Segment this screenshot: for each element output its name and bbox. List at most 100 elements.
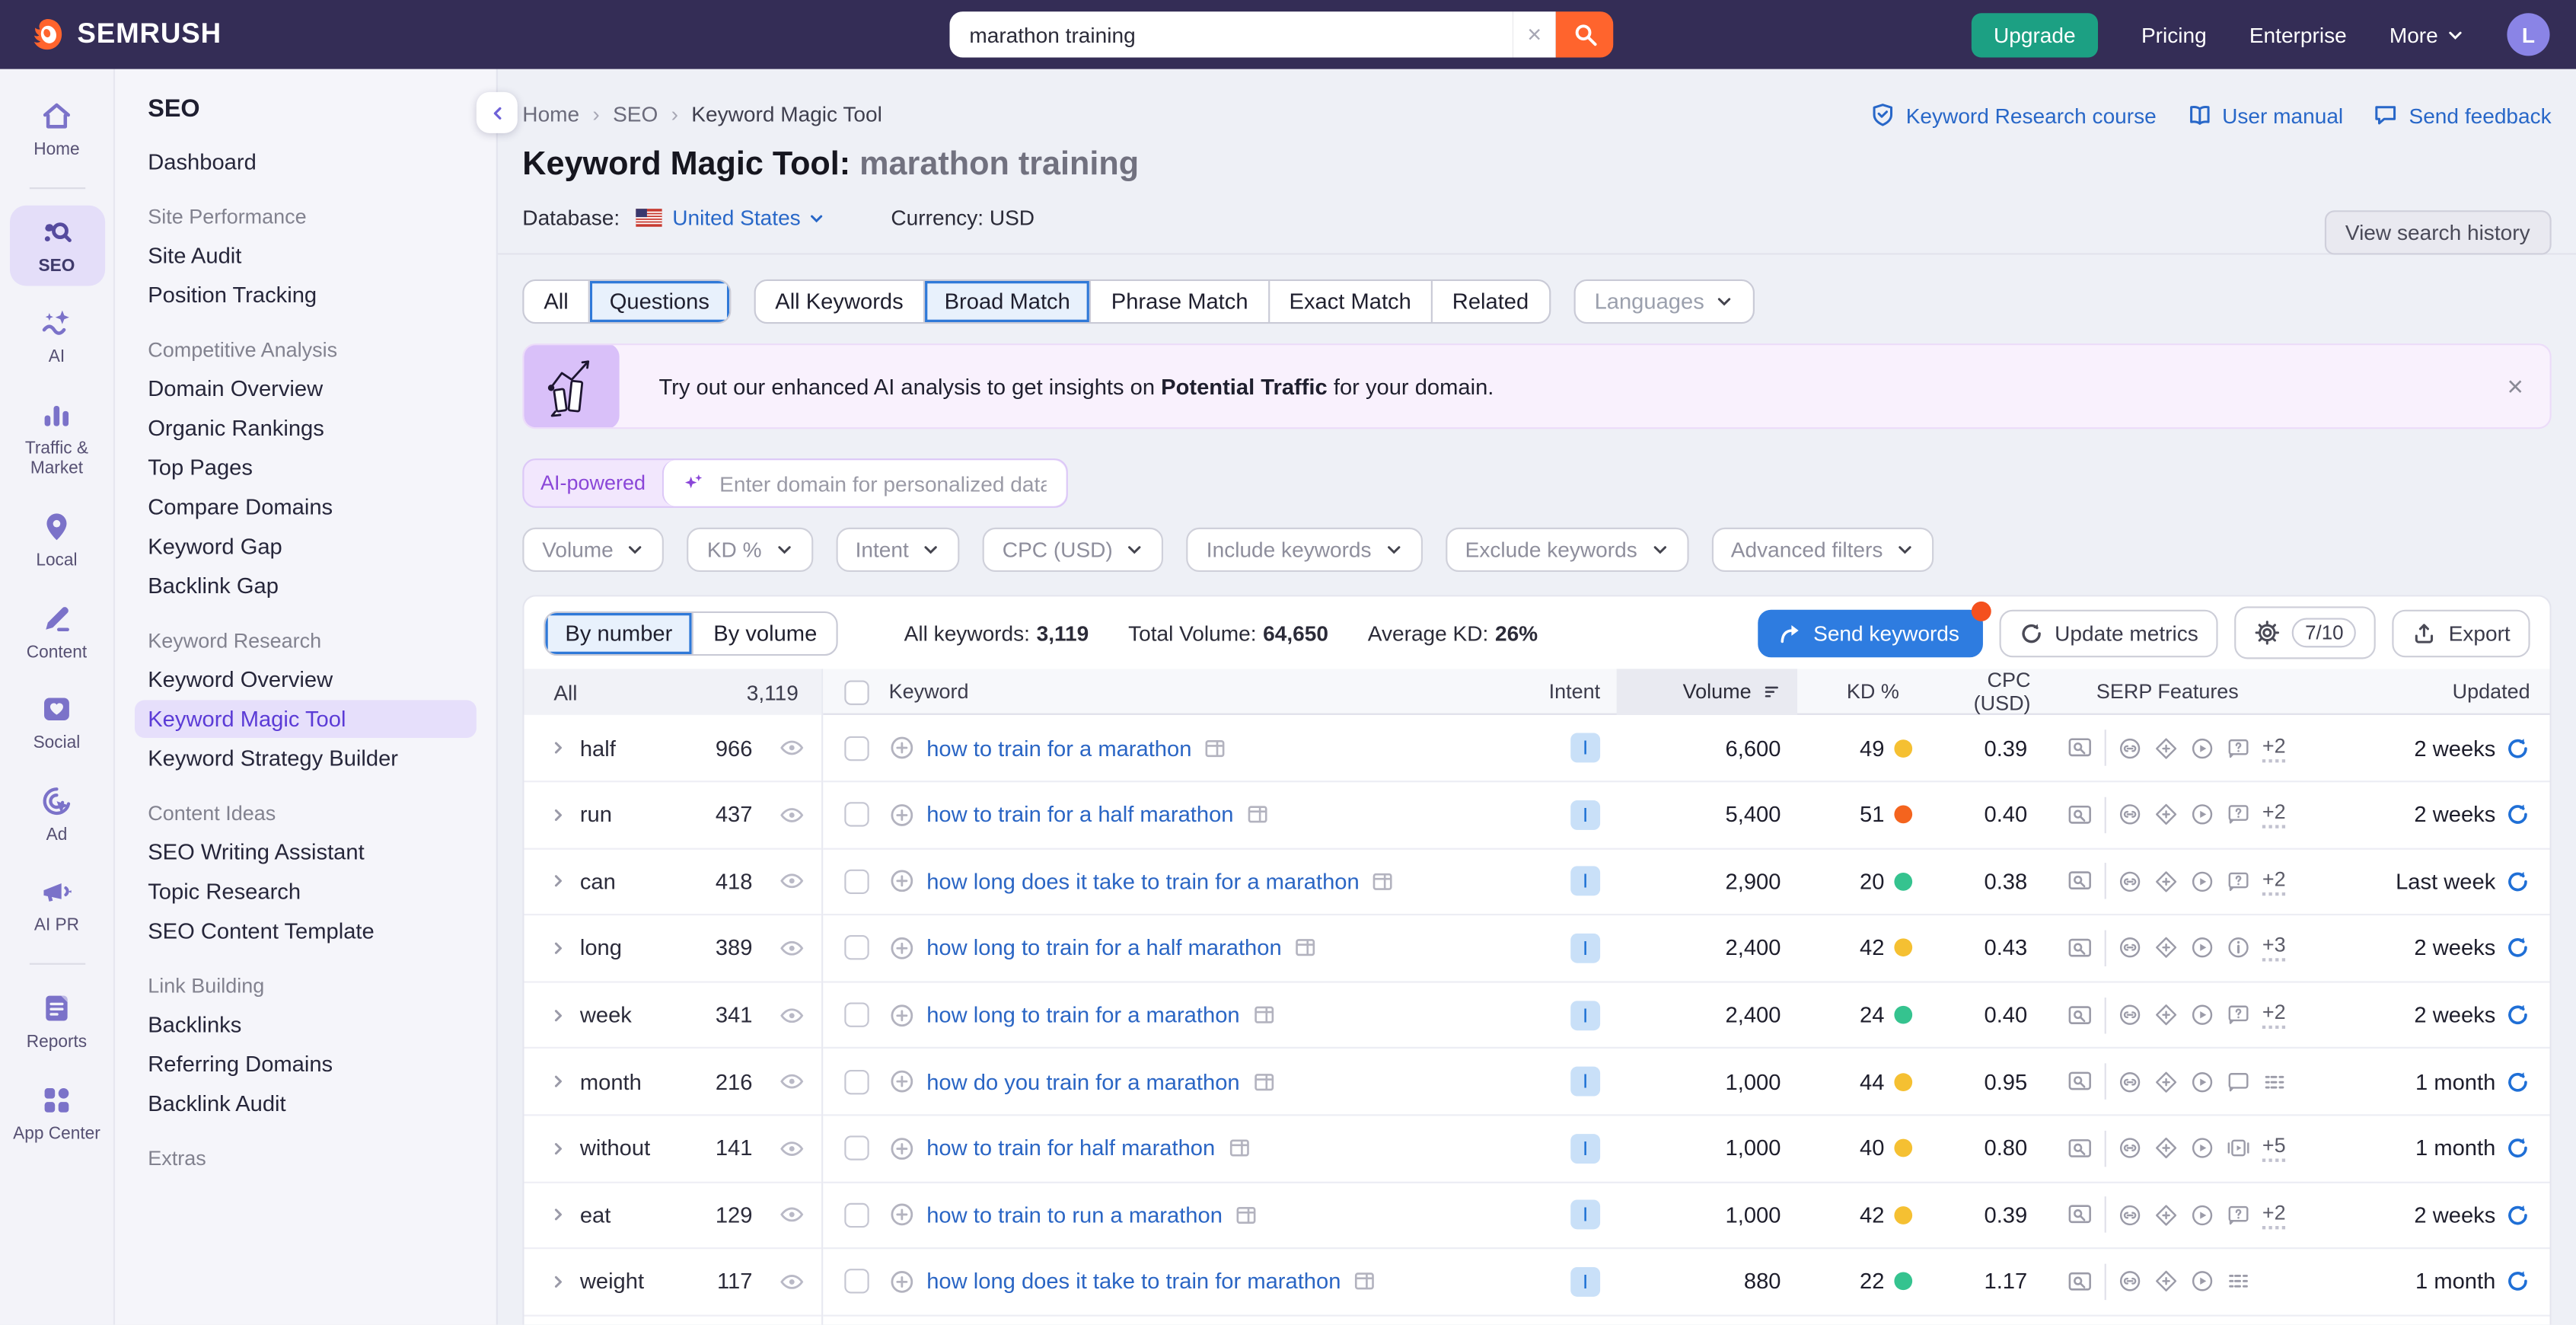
rail-item-ad[interactable]: Ad	[9, 774, 104, 855]
add-keyword-icon[interactable]	[889, 1269, 916, 1295]
filter-intent[interactable]: Intent	[836, 528, 960, 573]
add-keyword-icon[interactable]	[889, 935, 916, 962]
keyword-link[interactable]: how long does it take to train for a mar…	[926, 869, 1359, 893]
intent-badge[interactable]: I	[1570, 934, 1600, 963]
collapse-sidebar-button[interactable]	[477, 92, 518, 133]
sitelinks-icon[interactable]	[2154, 1003, 2178, 1027]
row-checkbox[interactable]	[843, 1003, 868, 1027]
menu-item-domain-overview[interactable]: Domain Overview	[135, 370, 477, 408]
carousel-icon[interactable]	[2226, 1136, 2250, 1161]
link-icon[interactable]	[2118, 1202, 2142, 1227]
eye-icon[interactable]	[779, 1002, 805, 1029]
chevron-right-icon[interactable]	[550, 940, 567, 956]
search-input[interactable]	[949, 11, 1513, 57]
row-checkbox[interactable]	[843, 803, 868, 827]
update-metrics-button[interactable]: Update metrics	[1999, 609, 2218, 657]
group-row-half[interactable]: half 966	[524, 716, 821, 783]
help-link-send-feedback[interactable]: Send feedback	[2373, 102, 2552, 129]
intent-badge[interactable]: I	[1570, 1134, 1600, 1164]
sitelinks-icon[interactable]	[2154, 803, 2178, 827]
semrush-logo[interactable]: SEMRUSH	[27, 14, 222, 54]
add-keyword-icon[interactable]	[889, 735, 916, 761]
keyword-details-icon[interactable]	[1251, 1003, 1276, 1027]
groups-header[interactable]: All 3,119	[524, 669, 821, 715]
eye-icon[interactable]	[779, 1202, 805, 1228]
rail-item-ai-pr[interactable]: AI PR	[9, 865, 104, 947]
keyword-link[interactable]: how do you train for a marathon	[926, 1069, 1239, 1094]
video-icon[interactable]	[2190, 936, 2214, 960]
paa-icon[interactable]	[2226, 1003, 2250, 1027]
languages-dropdown[interactable]: Languages	[1573, 280, 1755, 324]
sitelinks-icon[interactable]	[2154, 1269, 2178, 1294]
rail-item-home[interactable]: Home	[9, 89, 104, 171]
header-cpc[interactable]: CPC (USD)	[1925, 669, 2057, 715]
rail-item-seo[interactable]: SEO	[9, 205, 104, 286]
tab-all[interactable]: All	[524, 282, 589, 323]
eye-icon[interactable]	[779, 735, 805, 761]
domain-input[interactable]	[716, 470, 1050, 498]
menu-item-top-pages[interactable]: Top Pages	[135, 449, 477, 487]
paa-icon[interactable]	[2226, 1202, 2250, 1227]
banner-close-icon[interactable]: ×	[2507, 373, 2523, 401]
group-row-long[interactable]: long 389	[524, 915, 821, 982]
filter-kd[interactable]: KD %	[687, 528, 813, 573]
header-volume[interactable]: Volume	[1617, 669, 1797, 715]
refresh-icon[interactable]	[2505, 1202, 2530, 1227]
refresh-icon[interactable]	[2505, 1136, 2530, 1161]
serp-preview-icon[interactable]	[2067, 735, 2093, 761]
link-icon[interactable]	[2118, 1003, 2142, 1027]
header-kd[interactable]: KD %	[1797, 681, 1925, 704]
keyword-details-icon[interactable]	[1245, 803, 1270, 827]
add-keyword-icon[interactable]	[889, 1068, 916, 1095]
chevron-right-icon[interactable]	[550, 1207, 567, 1224]
eye-icon[interactable]	[779, 868, 805, 895]
keyword-details-icon[interactable]	[1371, 869, 1395, 893]
video-icon[interactable]	[2190, 1003, 2214, 1027]
chevron-right-icon[interactable]	[550, 873, 567, 890]
search-button[interactable]	[1556, 11, 1614, 57]
menu-item-compare-domains[interactable]: Compare Domains	[135, 488, 477, 526]
menu-item-seo-content-template[interactable]: SEO Content Template	[135, 912, 477, 950]
serp-preview-icon[interactable]	[2067, 1068, 2093, 1095]
add-keyword-icon[interactable]	[889, 1202, 916, 1228]
menu-item-backlinks[interactable]: Backlinks	[135, 1006, 477, 1044]
avatar[interactable]: L	[2507, 13, 2549, 56]
sitelinks-icon[interactable]	[2154, 1069, 2178, 1094]
filter-advanced-filters[interactable]: Advanced filters	[1711, 528, 1934, 573]
add-keyword-icon[interactable]	[889, 1002, 916, 1029]
refresh-icon[interactable]	[2505, 869, 2530, 893]
sitelinks-icon[interactable]	[2154, 736, 2178, 760]
link-icon[interactable]	[2118, 1136, 2142, 1161]
link-icon[interactable]	[2118, 1069, 2142, 1094]
serp-more-count[interactable]: +5	[2262, 1135, 2286, 1163]
row-checkbox[interactable]	[843, 936, 868, 960]
serp-more-count[interactable]: +2	[2262, 801, 2286, 829]
tab-broad-match[interactable]: Broad Match	[925, 282, 1092, 323]
group-row-run[interactable]: run 437	[524, 782, 821, 849]
group-row-month[interactable]: month 216	[524, 1049, 821, 1116]
group-row-without[interactable]: without 141	[524, 1116, 821, 1183]
intent-badge[interactable]: I	[1570, 733, 1600, 763]
refresh-icon[interactable]	[2505, 736, 2530, 760]
menu-item-organic-rankings[interactable]: Organic Rankings	[135, 409, 477, 447]
intent-badge[interactable]: I	[1570, 1000, 1600, 1030]
paa-icon[interactable]	[2226, 803, 2250, 827]
link-icon[interactable]	[2118, 803, 2142, 827]
menu-item-backlink-audit[interactable]: Backlink Audit	[135, 1084, 477, 1122]
menu-item-keyword-gap[interactable]: Keyword Gap	[135, 528, 477, 566]
keyword-details-icon[interactable]	[1353, 1269, 1377, 1294]
refresh-icon[interactable]	[2505, 936, 2530, 960]
metrics-settings-button[interactable]: 7/10	[2234, 607, 2376, 659]
header-intent[interactable]: Intent	[1512, 681, 1617, 704]
intent-badge[interactable]: I	[1570, 1200, 1600, 1230]
chevron-right-icon[interactable]	[550, 1074, 567, 1090]
tab-exact-match[interactable]: Exact Match	[1270, 282, 1433, 323]
menu-item-keyword-magic-tool[interactable]: Keyword Magic Tool	[135, 700, 477, 738]
chevron-right-icon[interactable]	[550, 1273, 567, 1290]
serp-preview-icon[interactable]	[2067, 1202, 2093, 1228]
serp-more-count[interactable]: +2	[2262, 1201, 2286, 1229]
serp-more-count[interactable]: +3	[2262, 934, 2286, 963]
group-row-eat[interactable]: eat 129	[524, 1183, 821, 1250]
menu-item-dashboard[interactable]: Dashboard	[135, 143, 477, 181]
sitelinks-icon[interactable]	[2154, 1136, 2178, 1161]
